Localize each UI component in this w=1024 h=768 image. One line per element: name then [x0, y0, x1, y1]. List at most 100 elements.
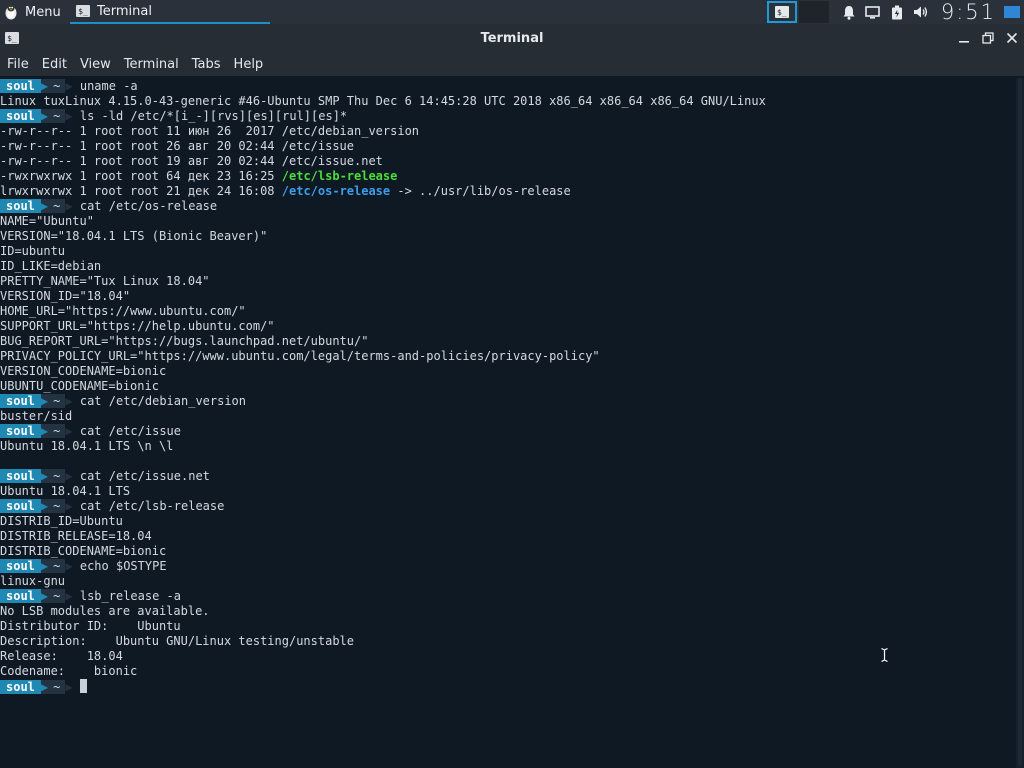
desktop-icon [1004, 6, 1020, 18]
prompt-arrow: ▶ [65, 394, 73, 408]
output-text: ID=ubuntu [0, 244, 66, 258]
menu-terminal[interactable]: Terminal [117, 57, 185, 72]
prompt-user: soul [0, 469, 41, 483]
tux-logo-icon [5, 4, 17, 20]
output-line: No LSB modules are available. [0, 604, 1016, 619]
output-line: DISTRIB_RELEASE=18.04 [0, 529, 1016, 544]
prompt-line: soul ▶ ~ ▶ ls -ld /etc/*[i_-][rvs][es][rul]… [0, 109, 1016, 124]
menu-label: Menu [25, 4, 61, 20]
output-text: buster/sid [0, 409, 73, 423]
prompt-arrow: ▶ [65, 424, 73, 438]
output-highlight: /etc/os-release [281, 184, 391, 198]
prompt-dir: ~ [48, 469, 66, 483]
output-text: Ubuntu 18.04.1 LTS \n \l [0, 439, 174, 453]
output-line: Release: 18.04 [0, 649, 1016, 664]
output-line: SUPPORT_URL="https://help.ubuntu.com/" [0, 319, 1016, 334]
window-titlebar[interactable]: $_ Terminal [0, 24, 1024, 52]
output-line: VERSION_CODENAME=bionic [0, 364, 1016, 379]
taskbar-item-terminal[interactable]: $_ Terminal [70, 0, 270, 24]
prompt-user: soul [0, 680, 41, 694]
menu-edit[interactable]: Edit [35, 57, 73, 72]
command-text: cat /etc/os-release [79, 199, 218, 213]
volume-icon[interactable] [909, 0, 933, 24]
output-line: ID_LIKE=debian [0, 259, 1016, 274]
menu-file[interactable]: File [0, 57, 35, 72]
output-line: linux-gnu [0, 574, 1016, 589]
prompt-user: soul [0, 424, 41, 438]
prompt-arrow: ▶ [65, 680, 73, 694]
output-line: HOME_URL="https://www.ubuntu.com/" [0, 304, 1016, 319]
prompt-dir: ~ [48, 589, 66, 603]
output-text: linux-gnu [0, 574, 66, 588]
system-tray: $_ 9:51 [766, 0, 1024, 24]
output-text: DISTRIB_ID=Ubuntu [0, 514, 123, 528]
output-line: VERSION="18.04.1 LTS (Bionic Beaver)" [0, 229, 1016, 244]
minimize-icon [959, 41, 969, 43]
prompt-line: soul ▶ ~ ▶ cat /etc/lsb-release [0, 499, 1016, 514]
minimize-button[interactable] [952, 24, 976, 52]
prompt-dir: ~ [48, 394, 66, 408]
scrollbar-thumb[interactable] [1018, 78, 1022, 766]
output-text: Distributor ID: Ubuntu [0, 619, 181, 633]
prompt-user: soul [0, 559, 41, 573]
prompt-dir: ~ [48, 199, 66, 213]
battery-icon[interactable] [885, 0, 909, 24]
workspace-1[interactable]: $_ [766, 1, 797, 23]
clock[interactable]: 9:51 [941, 0, 996, 24]
output-line: Distributor ID: Ubuntu [0, 619, 1016, 634]
show-desktop-button[interactable] [1000, 0, 1024, 24]
scrollbar[interactable] [1016, 78, 1024, 768]
output-line: DISTRIB_ID=Ubuntu [0, 514, 1016, 529]
prompt-line: soul ▶ ~ ▶ uname -a [0, 79, 1016, 94]
output-text: -rw-r--r-- 1 root root 19 авг 20 02:44 /… [0, 154, 383, 168]
prompt-user: soul [0, 394, 41, 408]
workspace-2[interactable] [798, 1, 829, 23]
command-text: ls -ld /etc/*[i_-][rvs][es][rul][es]* [79, 109, 348, 123]
output-text: -rw-r--r-- 1 root root 11 июн 26 2017 /e… [0, 124, 420, 138]
prompt-user: soul [0, 79, 41, 93]
prompt-arrow: ▶ [65, 469, 73, 483]
output-text: -rwxrwxrwx 1 root root 64 дек 23 16:25 [0, 169, 282, 183]
menu-view[interactable]: View [73, 57, 117, 72]
prompt-arrow: ▶ [65, 589, 73, 603]
menu-help[interactable]: Help [227, 57, 270, 72]
command-text: lsb_release -a [79, 589, 181, 603]
command-text: cat /etc/lsb-release [79, 499, 225, 513]
output-line: Codename: bionic [0, 664, 1016, 679]
output-line: BUG_REPORT_URL="https://bugs.launchpad.n… [0, 334, 1016, 349]
prompt-line: soul ▶ ~ ▶ cat /etc/os-release [0, 199, 1016, 214]
output-line: -rwxrwxrwx 1 root root 64 дек 23 16:25 /… [0, 169, 1016, 184]
terminal-cursor [79, 679, 87, 693]
notification-bell-icon[interactable] [837, 0, 861, 24]
output-text: VERSION_CODENAME=bionic [0, 364, 167, 378]
output-text: Description: Ubuntu GNU/Linux testing/un… [0, 634, 355, 648]
output-highlight: /etc/lsb-release [281, 169, 398, 183]
menu-button[interactable]: Menu [0, 0, 67, 24]
window-controls [952, 24, 1024, 52]
output-text: VERSION_ID="18.04" [0, 289, 131, 303]
terminal-lines: soul ▶ ~ ▶ uname -a Linux tuxLinux 4.15.0-43… [0, 78, 1016, 694]
output-text: ID_LIKE=debian [0, 259, 102, 273]
terminal-output[interactable]: soul ▶ ~ ▶ uname -a Linux tuxLinux 4.15.0-43… [0, 78, 1016, 768]
output-line: DISTRIB_CODENAME=bionic [0, 544, 1016, 559]
output-text: Ubuntu 18.04.1 LTS [0, 484, 131, 498]
maximize-button[interactable] [976, 24, 1000, 52]
close-button[interactable] [1000, 24, 1024, 52]
maximize-icon [982, 32, 994, 44]
output-text: SUPPORT_URL="https://help.ubuntu.com/" [0, 319, 275, 333]
menu-tabs[interactable]: Tabs [185, 57, 227, 72]
output-line: -rw-r--r-- 1 root root 26 авг 20 02:44 /… [0, 139, 1016, 154]
prompt-user: soul [0, 499, 41, 513]
terminal-icon: $_ [76, 5, 90, 17]
prompt-line: soul ▶ ~ ▶ cat /etc/debian_version [0, 394, 1016, 409]
output-text: DISTRIB_RELEASE=18.04 [0, 529, 152, 543]
prompt-dir: ~ [48, 680, 66, 694]
menubar: File Edit View Terminal Tabs Help [0, 52, 1024, 76]
top-panel: Menu $_ Terminal $_ 9:51 [0, 0, 1024, 24]
output-line: Ubuntu 18.04.1 LTS \n \l [0, 439, 1016, 454]
prompt-line: soul ▶ ~ ▶ cat /etc/issue.net [0, 469, 1016, 484]
command-text: uname -a [79, 79, 138, 93]
output-text: No LSB modules are available. [0, 604, 210, 618]
display-icon[interactable] [861, 0, 885, 24]
